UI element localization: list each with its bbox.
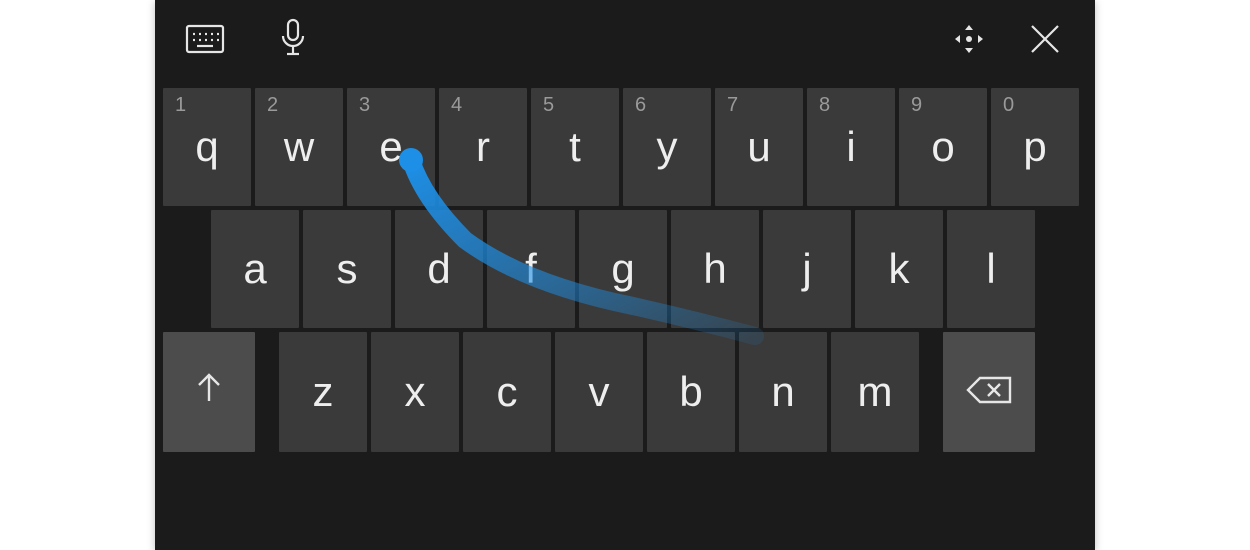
move-handle-icon[interactable] — [945, 15, 993, 63]
key-t[interactable]: 5t — [531, 88, 619, 206]
key-g[interactable]: g — [579, 210, 667, 328]
key-r[interactable]: 4r — [439, 88, 527, 206]
key-b[interactable]: b — [647, 332, 735, 452]
key-h[interactable]: h — [671, 210, 759, 328]
row-2: a s d f g h j k l — [155, 210, 1095, 328]
key-p[interactable]: 0p — [991, 88, 1079, 206]
key-l[interactable]: l — [947, 210, 1035, 328]
row-3: z x c v b n m — [155, 332, 1095, 452]
close-icon[interactable] — [1021, 15, 1069, 63]
backspace-key[interactable] — [943, 332, 1035, 452]
key-f[interactable]: f — [487, 210, 575, 328]
key-m[interactable]: m — [831, 332, 919, 452]
shift-key[interactable] — [163, 332, 255, 452]
key-w[interactable]: 2w — [255, 88, 343, 206]
key-e[interactable]: 3e — [347, 88, 435, 206]
key-n[interactable]: n — [739, 332, 827, 452]
key-j[interactable]: j — [763, 210, 851, 328]
touch-keyboard: 1q 2w 3e 4r 5t 6y 7u 8i 9o 0p a s d f g … — [155, 0, 1095, 550]
key-s[interactable]: s — [303, 210, 391, 328]
key-k[interactable]: k — [855, 210, 943, 328]
keyboard-layout-icon[interactable] — [181, 15, 229, 63]
shift-icon — [192, 367, 226, 417]
key-i[interactable]: 8i — [807, 88, 895, 206]
key-u[interactable]: 7u — [715, 88, 803, 206]
key-d[interactable]: d — [395, 210, 483, 328]
key-a[interactable]: a — [211, 210, 299, 328]
key-o[interactable]: 9o — [899, 88, 987, 206]
key-v[interactable]: v — [555, 332, 643, 452]
backspace-icon — [966, 368, 1012, 416]
key-c[interactable]: c — [463, 332, 551, 452]
key-rows: 1q 2w 3e 4r 5t 6y 7u 8i 9o 0p a s d f g … — [155, 88, 1095, 456]
key-q[interactable]: 1q — [163, 88, 251, 206]
key-x[interactable]: x — [371, 332, 459, 452]
key-z[interactable]: z — [279, 332, 367, 452]
keyboard-toolbar — [155, 0, 1095, 78]
key-y[interactable]: 6y — [623, 88, 711, 206]
microphone-icon[interactable] — [269, 15, 317, 63]
row-1: 1q 2w 3e 4r 5t 6y 7u 8i 9o 0p — [155, 88, 1095, 206]
